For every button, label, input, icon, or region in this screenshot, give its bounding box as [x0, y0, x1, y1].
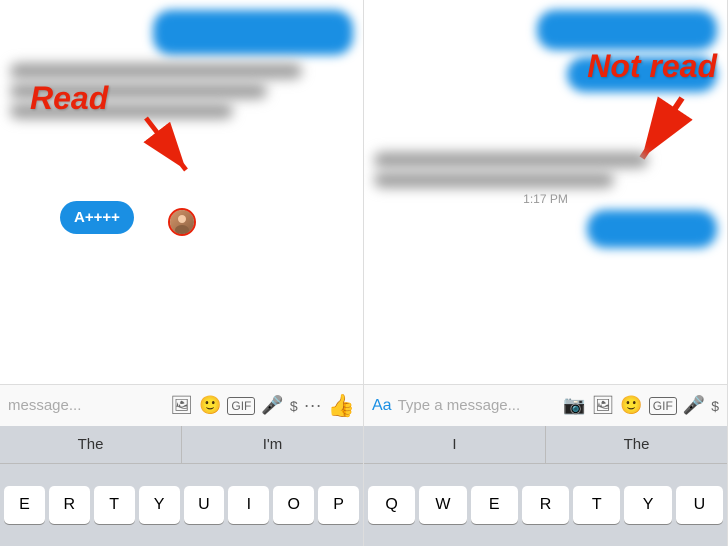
gif-icon[interactable]: GIF	[227, 397, 255, 415]
right-sent-message-3	[374, 210, 717, 248]
avatar-image	[170, 210, 194, 234]
right-mic-icon[interactable]: 🎤	[683, 395, 705, 416]
right-panel: Not read 1:17 PM Aa Type a	[364, 0, 728, 546]
right-key-y[interactable]: Y	[624, 486, 671, 524]
key-p[interactable]: P	[318, 486, 359, 524]
key-y[interactable]: Y	[139, 486, 180, 524]
right-key-t[interactable]: T	[573, 486, 620, 524]
read-arrow	[130, 110, 210, 195]
right-keyboard: I The Q W E R T Y U	[364, 426, 727, 546]
left-keys-row: E R T Y U I O P	[0, 464, 363, 546]
right-photo-icon[interactable]: 🖼	[592, 395, 615, 416]
autocomplete-the[interactable]: The	[0, 426, 182, 463]
right-keyboard-icons: 📷 🖼 🙂 GIF 🎤 $	[563, 395, 719, 416]
right-key-w[interactable]: W	[419, 486, 466, 524]
right-chat-area: Not read 1:17 PM	[364, 0, 727, 384]
right-emoji-icon[interactable]: 🙂	[620, 395, 642, 416]
autocomplete-im[interactable]: I'm	[182, 426, 363, 463]
left-panel: Read A++++	[0, 0, 364, 546]
right-dollar-icon[interactable]: $	[711, 398, 719, 414]
dots-icon[interactable]: ···	[304, 395, 322, 416]
right-autocomplete-the[interactable]: The	[546, 426, 727, 463]
right-key-q[interactable]: Q	[368, 486, 415, 524]
not-read-label: Not read	[587, 48, 717, 85]
right-message-input[interactable]: Type a message...	[398, 397, 564, 414]
key-u[interactable]: U	[184, 486, 225, 524]
left-autocomplete-bar: The I'm	[0, 426, 363, 464]
time-label: 1:17 PM	[374, 192, 717, 206]
photo-icon[interactable]: 🖼	[170, 395, 193, 416]
right-input-bar[interactable]: Aa Type a message... 📷 🖼 🙂 GIF 🎤 $	[364, 384, 727, 426]
right-gif-icon[interactable]: GIF	[649, 397, 677, 415]
key-o[interactable]: O	[273, 486, 314, 524]
key-r[interactable]: R	[49, 486, 90, 524]
mic-icon[interactable]: 🎤	[261, 395, 283, 416]
aplusplus-bubble: A++++	[60, 201, 134, 234]
left-chat-area: Read A++++	[0, 0, 363, 384]
right-autocomplete-i[interactable]: I	[364, 426, 546, 463]
read-receipt-avatar	[168, 208, 196, 236]
left-message-input[interactable]: message...	[8, 397, 170, 414]
key-t[interactable]: T	[94, 486, 135, 524]
like-icon[interactable]: 👍	[328, 393, 355, 419]
left-keyboard-icons: 🖼 🙂 GIF 🎤 $ ··· 👍	[170, 393, 355, 419]
right-key-u[interactable]: U	[676, 486, 723, 524]
read-label: Read	[30, 80, 108, 117]
right-keys-row: Q W E R T Y U	[364, 464, 727, 546]
right-sent-message-top	[374, 10, 717, 50]
not-read-arrow	[627, 88, 697, 183]
right-camera-icon[interactable]: 📷	[563, 395, 585, 416]
left-input-bar[interactable]: message... 🖼 🙂 GIF 🎤 $ ··· 👍	[0, 384, 363, 426]
right-aa-icon[interactable]: Aa	[372, 397, 392, 415]
key-e[interactable]: E	[4, 486, 45, 524]
emoji-icon[interactable]: 🙂	[199, 395, 221, 416]
sent-message-top	[10, 10, 353, 55]
left-keyboard: The I'm E R T Y U I O P	[0, 426, 363, 546]
right-key-r[interactable]: R	[522, 486, 569, 524]
right-autocomplete-bar: I The	[364, 426, 727, 464]
key-i[interactable]: I	[228, 486, 269, 524]
dollar-icon[interactable]: $	[290, 398, 298, 414]
right-key-e[interactable]: E	[471, 486, 518, 524]
